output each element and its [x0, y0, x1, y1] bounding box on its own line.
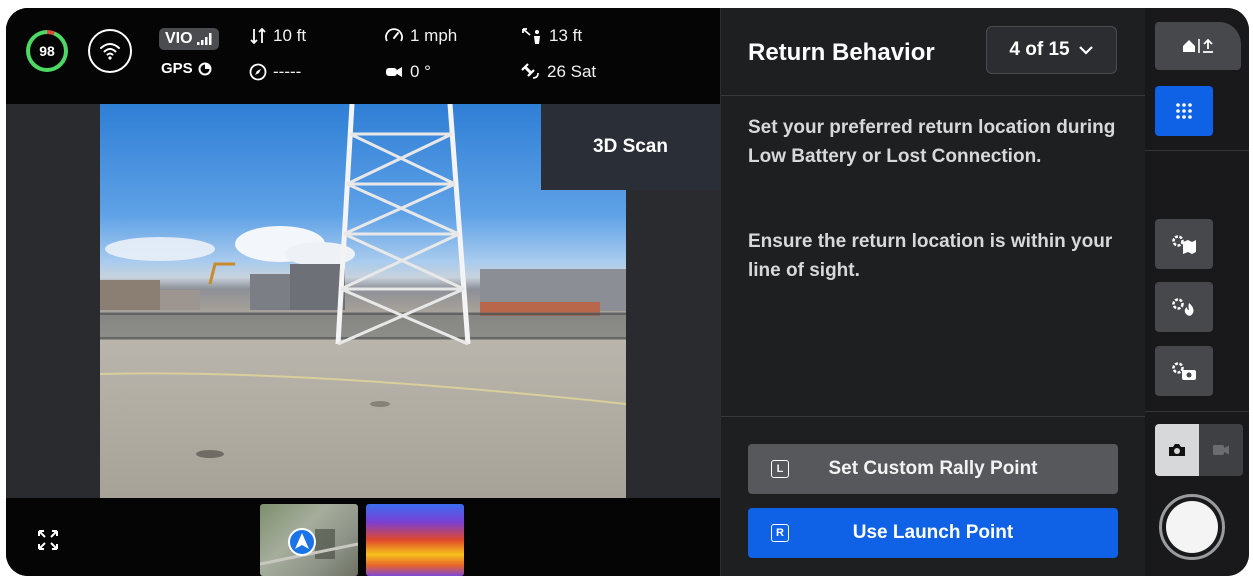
- speed-value: 1 mph: [410, 26, 458, 45]
- map-thumbnail[interactable]: [260, 504, 358, 576]
- right-rail: [1145, 8, 1249, 576]
- video-camera-icon: [1213, 445, 1229, 455]
- panel-divider-bottom: [721, 416, 1146, 417]
- camera-icon: [1169, 444, 1185, 456]
- gear-map-icon: [1172, 235, 1196, 254]
- satellite-telemetry: 26 Sat: [521, 62, 596, 82]
- use-launch-point-label: Use Launch Point: [852, 522, 1014, 543]
- rail-divider-bottom: [1145, 411, 1249, 412]
- gimbal-icon: [386, 67, 402, 77]
- gps-status: GPS: [161, 60, 212, 77]
- bottom-bar: [6, 498, 720, 576]
- set-custom-rally-point-button[interactable]: L Set Custom Rally Point: [748, 444, 1118, 494]
- camera-settings-button[interactable]: [1155, 346, 1213, 396]
- wifi-signal-icon[interactable]: [88, 29, 132, 73]
- page-indicator: 4 of 15: [1009, 39, 1070, 60]
- description-line-of-sight: Ensure the return location is within you…: [748, 231, 1113, 281]
- mode-3d-scan-label[interactable]: 3D Scan: [541, 104, 720, 190]
- gps-status-icon: [198, 62, 212, 75]
- home-upload-icon: [1183, 38, 1213, 53]
- grid-icon: [1176, 103, 1192, 119]
- description-return-location: Set your preferred return location durin…: [748, 117, 1116, 167]
- speed-telemetry: 1 mph: [384, 26, 457, 46]
- battery-level: 98: [39, 43, 55, 59]
- r-key-badge: R: [771, 524, 789, 542]
- l-key-badge: L: [771, 460, 789, 478]
- fire-settings-button[interactable]: [1155, 282, 1213, 332]
- shutter-button[interactable]: [1159, 494, 1225, 560]
- battery-gauge[interactable]: 98: [26, 30, 68, 72]
- shutter-inner: [1166, 501, 1218, 553]
- map-settings-button[interactable]: [1155, 219, 1213, 269]
- heading-telemetry: -----: [249, 62, 301, 82]
- home-return-button[interactable]: [1155, 22, 1241, 70]
- gear-flame-icon: [1172, 298, 1194, 316]
- app-window: 98 VIO GPS 10 ft ----- 1 mph 0 ° 13 ft 2…: [6, 8, 1249, 576]
- vertical-telemetry: 10 ft: [249, 26, 306, 46]
- chevron-down-icon: [1078, 46, 1093, 55]
- compass-icon: [249, 63, 267, 81]
- map-location-icon: [260, 528, 358, 566]
- video-mode-toggle[interactable]: [1199, 424, 1243, 476]
- gear-camera-icon: [1172, 362, 1196, 380]
- vertical-arrows-icon: [250, 27, 266, 45]
- camera-area: 98 VIO GPS 10 ft ----- 1 mph 0 ° 13 ft 2…: [6, 8, 720, 576]
- viewport-margin-left: [6, 104, 100, 498]
- grid-menu-button[interactable]: [1155, 86, 1213, 136]
- vio-label: VIO: [165, 30, 193, 47]
- return-behavior-panel: Return Behavior 4 of 15 Set your preferr…: [720, 8, 1146, 576]
- thermal-thumbnail[interactable]: [366, 504, 464, 576]
- speedometer-icon: [385, 28, 403, 42]
- distance-value: 13 ft: [549, 26, 583, 45]
- expand-icon[interactable]: [37, 529, 59, 551]
- page-selector[interactable]: 4 of 15: [986, 26, 1117, 74]
- signal-bars-icon: [196, 33, 212, 45]
- gps-label: GPS: [161, 60, 193, 77]
- gimbal-telemetry: 0 °: [384, 62, 431, 82]
- heading-value: -----: [273, 62, 302, 81]
- photo-mode-toggle[interactable]: [1155, 424, 1199, 476]
- panel-divider-top: [721, 95, 1146, 96]
- rail-divider-top: [1145, 150, 1249, 151]
- gimbal-value: 0 °: [410, 62, 431, 81]
- panel-title: Return Behavior: [748, 39, 935, 66]
- vio-badge: VIO: [159, 28, 219, 50]
- telemetry-bar: 98 VIO GPS 10 ft ----- 1 mph 0 ° 13 ft 2…: [6, 8, 720, 104]
- distance-telemetry: 13 ft: [521, 26, 582, 46]
- set-custom-rally-point-label: Set Custom Rally Point: [828, 458, 1038, 479]
- vertical-value: 10 ft: [273, 26, 307, 45]
- satellite-value: 26 Sat: [547, 62, 597, 81]
- use-launch-point-button[interactable]: R Use Launch Point: [748, 508, 1118, 558]
- distance-icon: [522, 28, 540, 44]
- satellite-icon: [521, 63, 539, 79]
